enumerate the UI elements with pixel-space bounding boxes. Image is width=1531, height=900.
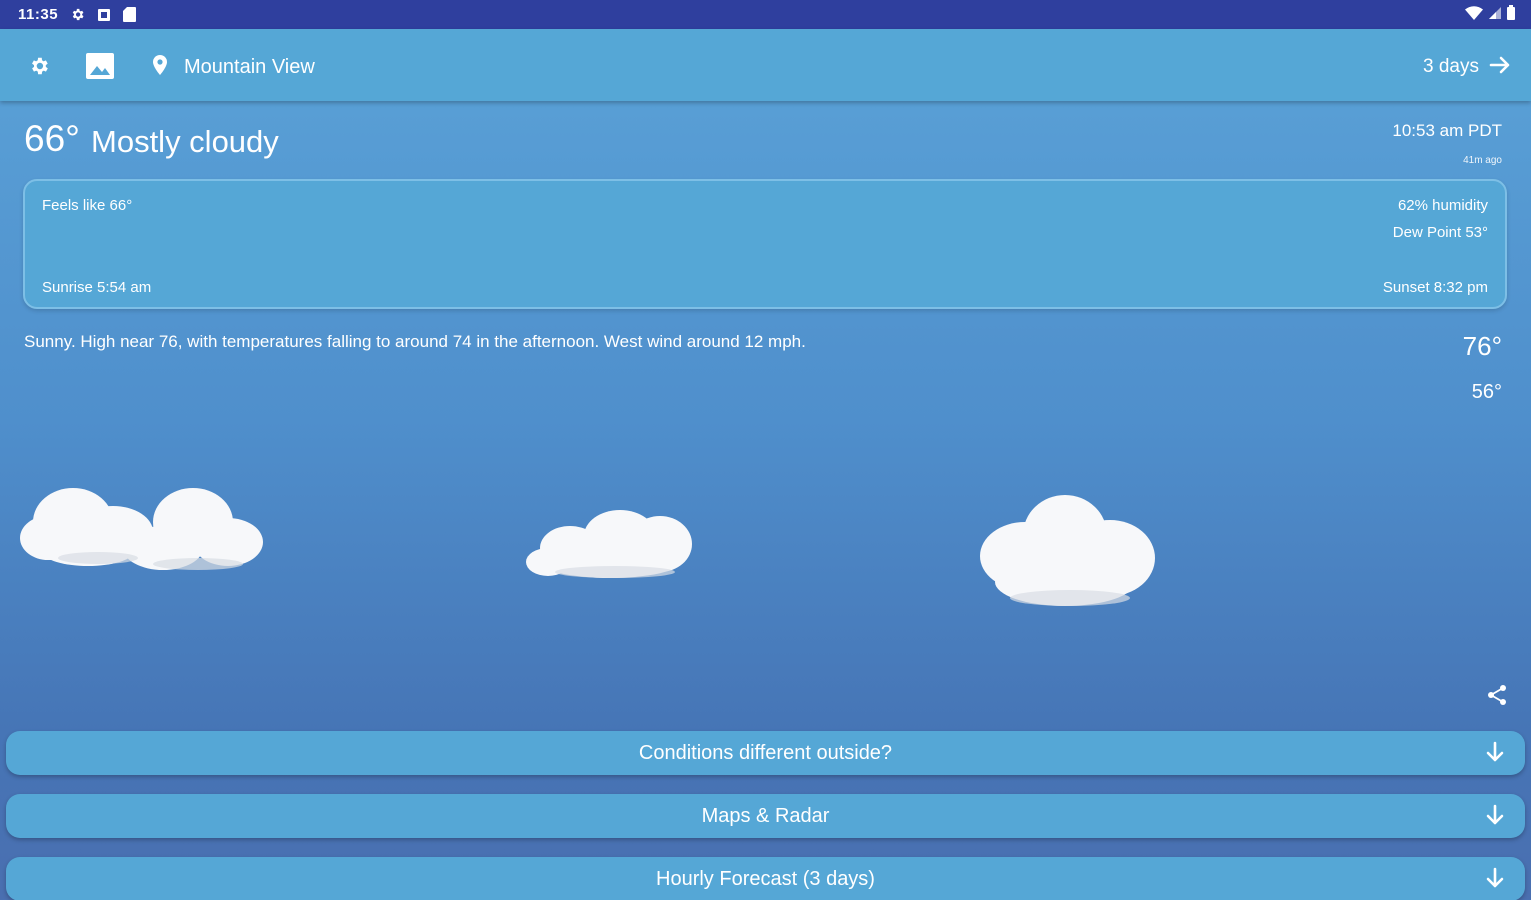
panel-label: Maps & Radar [701, 804, 830, 827]
panel-label: Conditions different outside? [638, 741, 893, 764]
forecast-text: Sunny. High near 76, with temperatures f… [24, 332, 806, 351]
share-button[interactable] [1485, 684, 1509, 711]
conditions-different-panel[interactable]: Conditions different outside? [6, 731, 1525, 775]
square-icon [97, 8, 111, 22]
maps-radar-panel[interactable]: Maps & Radar [6, 794, 1525, 838]
low-temperature: 56° [1471, 381, 1502, 403]
observation-time: 10:53 am PDT [1392, 121, 1502, 140]
status-time: 11:35 [18, 6, 59, 23]
share-icon [1487, 684, 1507, 711]
feels-like: Feels like 66° [42, 197, 133, 214]
high-temperature: 76° [1462, 331, 1502, 361]
arrow-down-icon [1485, 741, 1505, 769]
cloud-image [965, 490, 1165, 620]
current-condition: Mostly cloudy [91, 124, 279, 159]
location-selector[interactable]: Mountain View [152, 49, 315, 85]
gear-icon [70, 7, 85, 22]
current-temperature: 66° [24, 118, 80, 159]
toolbar: Mountain View 3 days [0, 29, 1531, 101]
arrow-down-icon [1485, 867, 1505, 895]
days-label: 3 days [1423, 56, 1479, 77]
wifi-icon [1465, 5, 1483, 24]
image-icon [85, 52, 115, 85]
details-card: Feels like 66° Sunrise 5:54 am 62% humid… [23, 179, 1507, 309]
arrow-down-icon [1485, 804, 1505, 832]
status-bar: 11:35 [0, 0, 1531, 29]
cloud-image [18, 470, 268, 585]
battery-icon [1507, 5, 1515, 24]
dew-point: Dew Point 53° [1392, 224, 1488, 241]
background-image-button[interactable] [82, 50, 118, 86]
signal-icon [1489, 6, 1501, 23]
cloud-image [520, 500, 700, 590]
panel-label: Hourly Forecast (3 days) [656, 867, 875, 890]
location-label: Mountain View [184, 55, 315, 78]
location-pin-icon [152, 54, 168, 80]
gear-icon [28, 55, 50, 82]
sd-card-icon [123, 7, 137, 22]
arrow-right-icon [1489, 55, 1511, 80]
forecast-days-button[interactable]: 3 days [1423, 49, 1511, 85]
hourly-forecast-panel[interactable]: Hourly Forecast (3 days) [6, 857, 1525, 900]
sunrise: Sunrise 5:54 am [42, 279, 152, 296]
humidity: 62% humidity [1397, 197, 1488, 214]
status-right-icons [1465, 0, 1515, 29]
observation-age: 41m ago [1463, 155, 1502, 166]
settings-button[interactable] [24, 53, 54, 83]
sunset: Sunset 8:32 pm [1382, 279, 1488, 296]
